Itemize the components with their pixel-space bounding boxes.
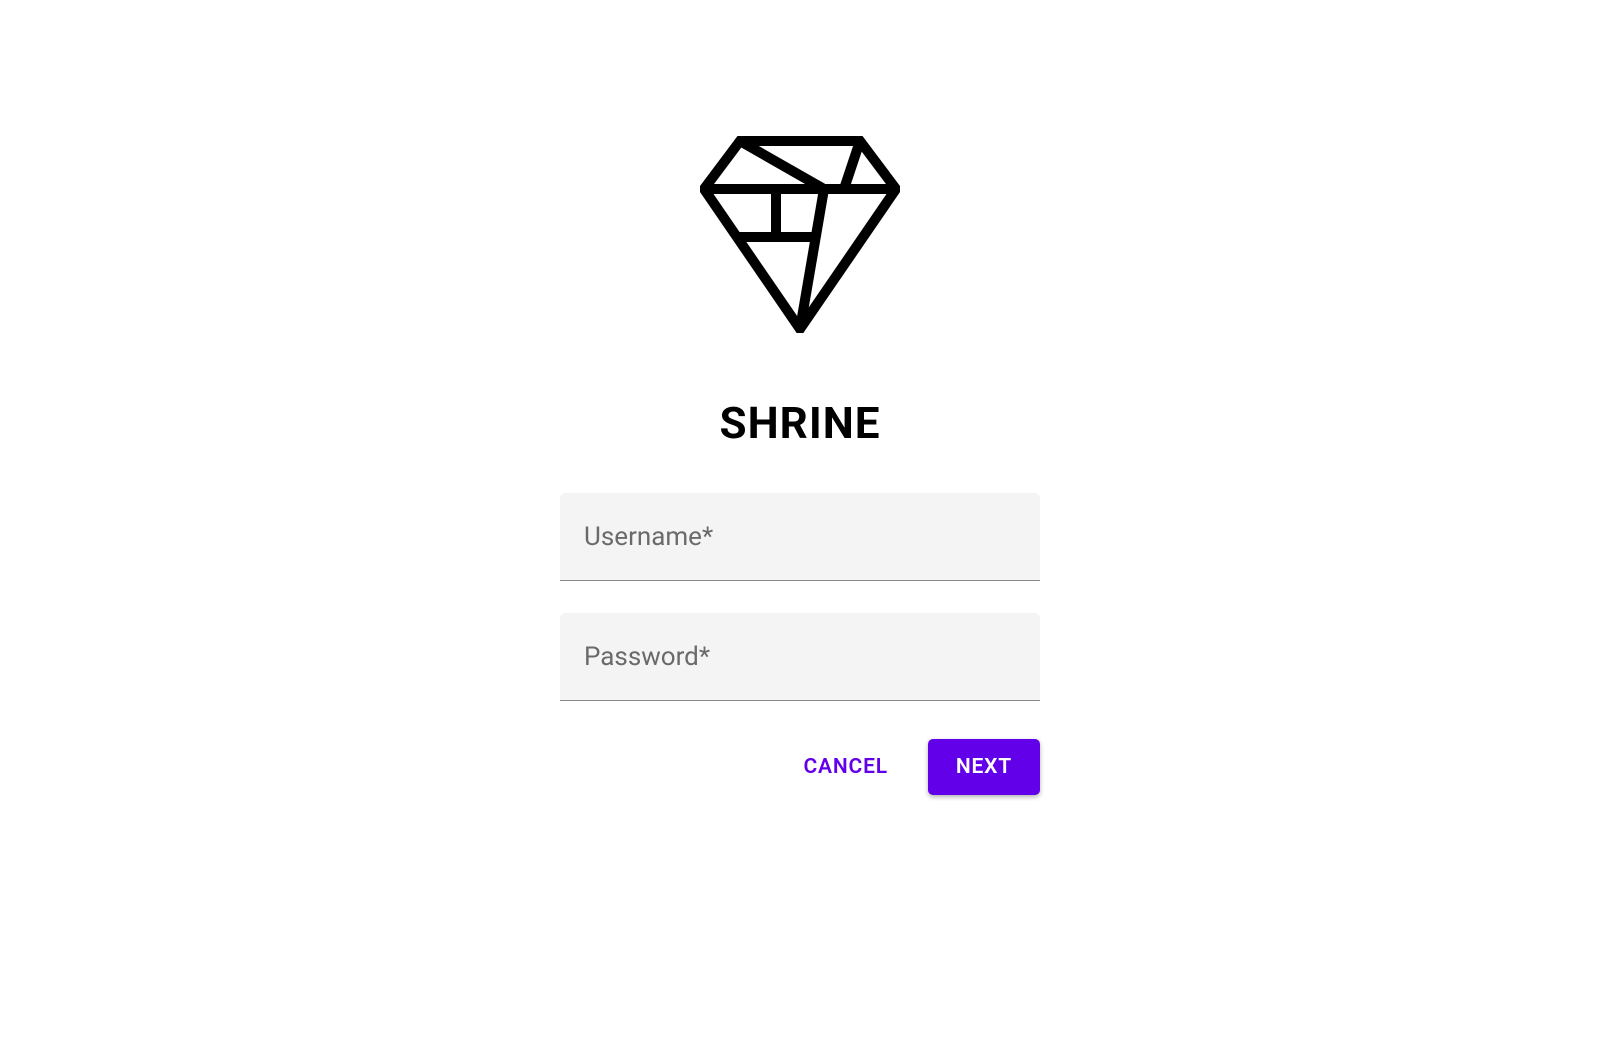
- login-form: SHRINE CANCEL NEXT: [560, 130, 1040, 795]
- action-bar: CANCEL NEXT: [560, 739, 1040, 795]
- password-field[interactable]: [584, 642, 1016, 672]
- next-button[interactable]: NEXT: [928, 739, 1040, 795]
- diamond-icon: [700, 133, 900, 333]
- cancel-button[interactable]: CANCEL: [794, 741, 898, 793]
- app-title: SHRINE: [719, 397, 880, 449]
- username-field[interactable]: [584, 522, 1016, 552]
- logo: [698, 130, 903, 335]
- username-field-wrap[interactable]: [560, 493, 1040, 581]
- password-field-wrap[interactable]: [560, 613, 1040, 701]
